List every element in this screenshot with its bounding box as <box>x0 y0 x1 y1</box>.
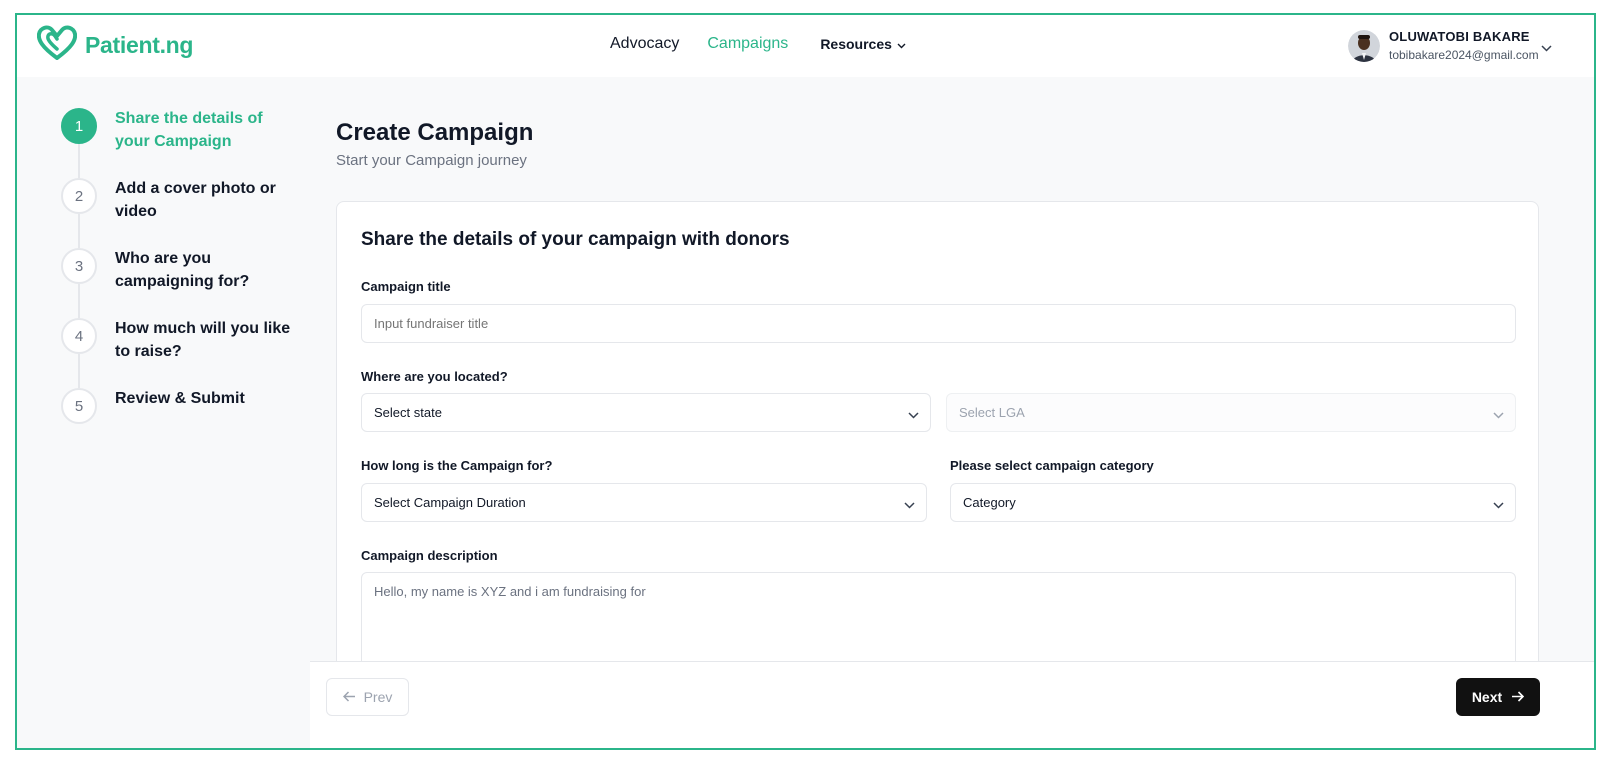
avatar <box>1348 29 1380 62</box>
location-label: Where are you located? <box>361 369 508 384</box>
chevron-down-icon <box>904 497 915 512</box>
duration-select[interactable]: Select Campaign Duration <box>361 483 927 522</box>
nav-item-resources-label: Resources <box>820 36 892 52</box>
arrow-left-icon <box>342 689 356 705</box>
next-button-label: Next <box>1471 689 1503 705</box>
step-number: 2 <box>61 178 97 214</box>
step-label: Add a cover photo or video <box>115 180 276 220</box>
prev-button[interactable]: Prev <box>326 678 409 716</box>
form-footer: Prev Next <box>310 661 1594 748</box>
nav-item-advocacy[interactable]: Advocacy <box>610 35 679 53</box>
step-number: 3 <box>61 248 97 284</box>
step-number: 1 <box>61 108 97 144</box>
chevron-down-icon[interactable] <box>1541 39 1552 57</box>
step-item-4[interactable]: 4 How much will you like to raise? <box>61 318 311 388</box>
step-item-5[interactable]: 5 Review & Submit <box>61 388 311 458</box>
section-title: Share the details of your campaign with … <box>361 229 790 250</box>
nav-item-campaigns[interactable]: Campaigns <box>707 35 788 53</box>
app-frame: Patient.ng Advocacy Campaigns Resources <box>15 13 1596 750</box>
step-label: Review & Submit <box>115 390 245 407</box>
category-select[interactable]: Category <box>950 483 1516 522</box>
arrow-right-icon <box>1511 689 1525 705</box>
user-name: OLUWATOBI BAKARE <box>1389 29 1530 44</box>
main-nav: Advocacy Campaigns Resources <box>610 35 906 53</box>
step-item-2[interactable]: 2 Add a cover photo or video <box>61 178 311 248</box>
user-email: tobibakare2024@gmail.com <box>1389 48 1539 62</box>
step-connector <box>78 284 80 318</box>
progress-stepper: 1 Share the details of your Campaign 2 A… <box>61 108 311 458</box>
step-label: How much will you like to raise? <box>115 320 291 360</box>
step-connector <box>78 354 80 388</box>
user-menu[interactable]: OLUWATOBI BAKARE tobibakare2024@gmail.co… <box>1348 29 1539 62</box>
category-label: Please select campaign category <box>950 458 1154 473</box>
chevron-down-icon <box>897 36 906 52</box>
campaign-title-label: Campaign title <box>361 279 451 294</box>
step-number: 5 <box>61 388 97 424</box>
step-label: Who are you campaigning for? <box>115 250 250 290</box>
nav-item-resources[interactable]: Resources <box>820 36 906 52</box>
heart-logo-icon <box>36 25 78 66</box>
state-select[interactable]: Select state <box>361 393 931 432</box>
step-item-3[interactable]: 3 Who are you campaigning for? <box>61 248 311 318</box>
page-subtitle: Start your Campaign journey <box>336 152 527 169</box>
chevron-down-icon <box>1493 497 1504 512</box>
brand-name: Patient.ng <box>85 32 194 58</box>
top-navigation-bar: Patient.ng Advocacy Campaigns Resources <box>17 15 1594 77</box>
description-label: Campaign description <box>361 548 498 563</box>
step-label: Share the details of your Campaign <box>115 110 263 150</box>
state-select-value: Select state <box>374 405 442 420</box>
campaign-title-input[interactable] <box>361 304 1516 343</box>
duration-select-value: Select Campaign Duration <box>374 495 526 510</box>
lga-select-value: Select LGA <box>959 405 1025 420</box>
duration-label: How long is the Campaign for? <box>361 458 553 473</box>
step-connector <box>78 214 80 248</box>
next-button[interactable]: Next <box>1456 678 1540 716</box>
brand-logo[interactable]: Patient.ng <box>36 25 194 66</box>
prev-button-label: Prev <box>363 689 393 705</box>
chevron-down-icon <box>1493 407 1504 422</box>
step-number: 4 <box>61 318 97 354</box>
step-item-1[interactable]: 1 Share the details of your Campaign <box>61 108 311 178</box>
category-select-value: Category <box>963 495 1016 510</box>
step-connector <box>78 144 80 178</box>
chevron-down-icon <box>908 407 919 422</box>
page-title: Create Campaign <box>336 119 534 146</box>
user-info: OLUWATOBI BAKARE tobibakare2024@gmail.co… <box>1389 29 1539 62</box>
lga-select[interactable]: Select LGA <box>946 393 1516 432</box>
